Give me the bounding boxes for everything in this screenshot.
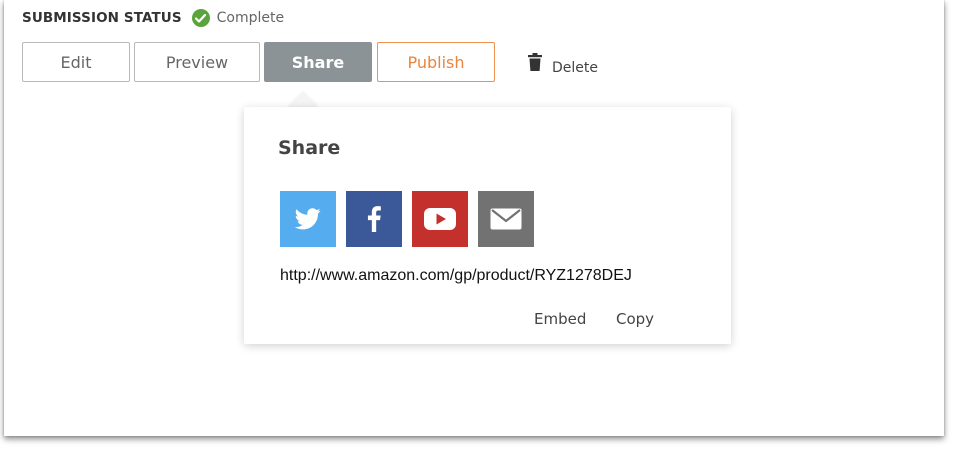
twitter-icon — [295, 208, 321, 230]
youtube-share-button[interactable] — [412, 191, 468, 247]
delete-button[interactable]: Delete — [528, 53, 598, 76]
main-panel: SUBMISSION STATUS Complete Edit Preview … — [4, 0, 944, 436]
facebook-icon — [367, 206, 381, 232]
twitter-share-button[interactable] — [280, 191, 336, 247]
publish-button[interactable]: Publish — [377, 42, 495, 82]
submission-status: SUBMISSION STATUS Complete — [22, 8, 284, 28]
share-button[interactable]: Share — [264, 42, 372, 82]
youtube-icon — [424, 208, 456, 230]
preview-button[interactable]: Preview — [134, 42, 260, 82]
facebook-share-button[interactable] — [346, 191, 402, 247]
email-icon — [490, 208, 522, 230]
edit-button[interactable]: Edit — [22, 42, 130, 82]
status-value: Complete — [216, 10, 285, 26]
embed-link[interactable]: Embed — [534, 310, 586, 328]
share-url[interactable]: http://www.amazon.com/gp/product/RYZ1278… — [280, 267, 632, 285]
copy-link[interactable]: Copy — [616, 310, 654, 328]
popover-caret — [288, 92, 318, 107]
popover-title: Share — [278, 137, 341, 159]
status-label: SUBMISSION STATUS — [22, 10, 182, 26]
share-popover: Share http://www.amazon.com/gp/product/R… — [244, 107, 731, 344]
check-circle-icon — [191, 9, 210, 27]
email-share-button[interactable] — [478, 191, 534, 247]
delete-label: Delete — [552, 59, 598, 76]
trash-icon — [528, 53, 542, 76]
